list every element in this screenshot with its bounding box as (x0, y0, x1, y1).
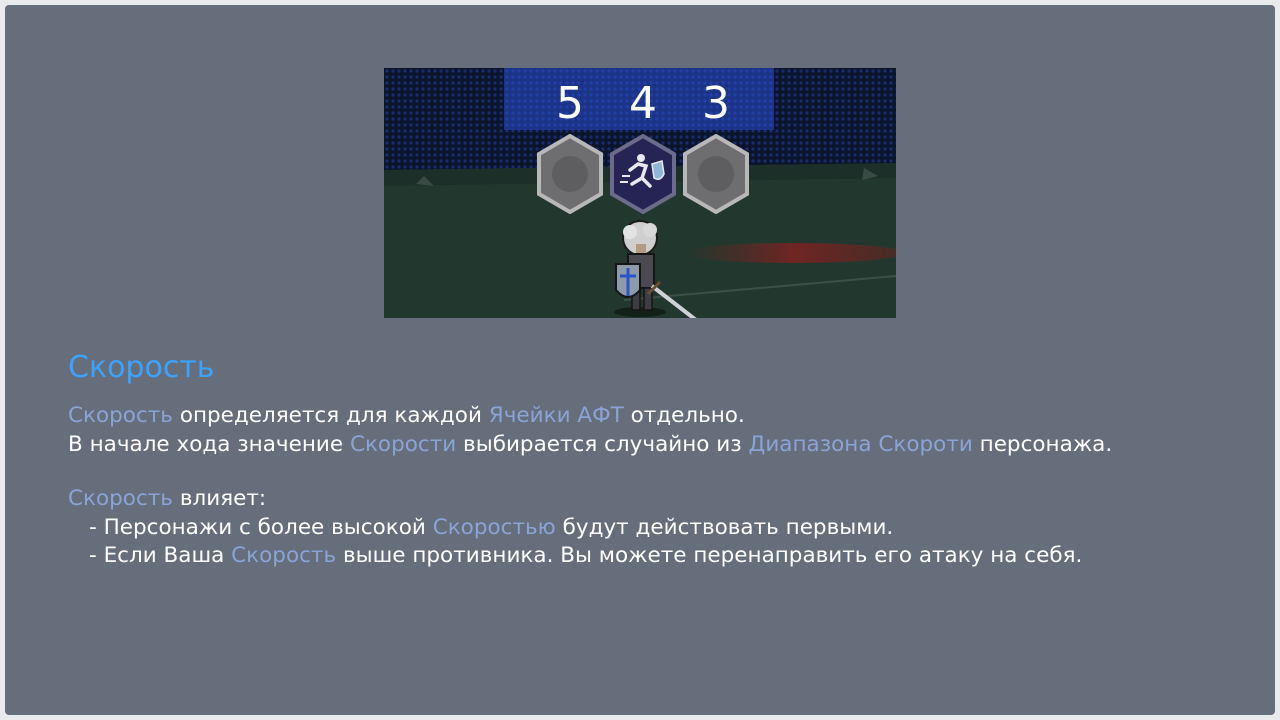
running-shield-icon (610, 134, 676, 214)
text: - Если Ваша (89, 543, 232, 568)
keyword-speed: Скорость (68, 403, 173, 428)
empty-slot-icon (683, 134, 749, 214)
description-line: В начале хода значение Скорости выбирает… (68, 431, 1238, 460)
aft-slot-active[interactable] (608, 134, 678, 214)
keyword-aft-cell: Ячейки АФТ (488, 403, 624, 428)
tutorial-panel: 5 4 3 Скорость Скорость определяется для… (5, 5, 1275, 715)
text: выше противника. Вы можете перенаправить… (336, 543, 1083, 568)
keyword-speed: Скорость (68, 486, 173, 511)
page-title: Скорость (68, 350, 215, 385)
speed-value: 5 (556, 78, 584, 129)
speed-value: 4 (629, 78, 657, 129)
keyword-speed: Скорость (231, 543, 337, 568)
text: будут действовать первыми. (555, 514, 894, 540)
text: определяется для каждой (172, 403, 489, 428)
speed-value: 3 (702, 78, 730, 129)
description-line: Скорость определяется для каждой Ячейки … (68, 402, 1238, 431)
aft-slot[interactable] (535, 134, 605, 214)
empty-slot-icon (537, 134, 603, 214)
text: В начале хода значение (68, 431, 350, 457)
text: персонажа. (972, 431, 1113, 457)
game-scene-image: 5 4 3 (384, 68, 896, 318)
text: отдельно. (623, 403, 745, 428)
keyword-speed: Скорости (349, 431, 457, 457)
aft-slot[interactable] (681, 134, 751, 214)
text: выбирается случайно из (456, 431, 749, 457)
bullet-item: - Персонажи с более высокой Скоростью бу… (68, 514, 1238, 543)
bullet-item: - Если Ваша Скорость выше противника. Вы… (68, 542, 1238, 571)
description: Скорость определяется для каждой Ячейки … (68, 402, 1238, 571)
description-line: Скорость влияет: (68, 485, 1238, 514)
text: - Персонажи с более высокой (89, 514, 433, 540)
keyword-speed: Скоростью (432, 514, 556, 540)
text: влияет: (172, 486, 267, 511)
keyword-speed-range: Диапазона Скороти (748, 431, 973, 457)
